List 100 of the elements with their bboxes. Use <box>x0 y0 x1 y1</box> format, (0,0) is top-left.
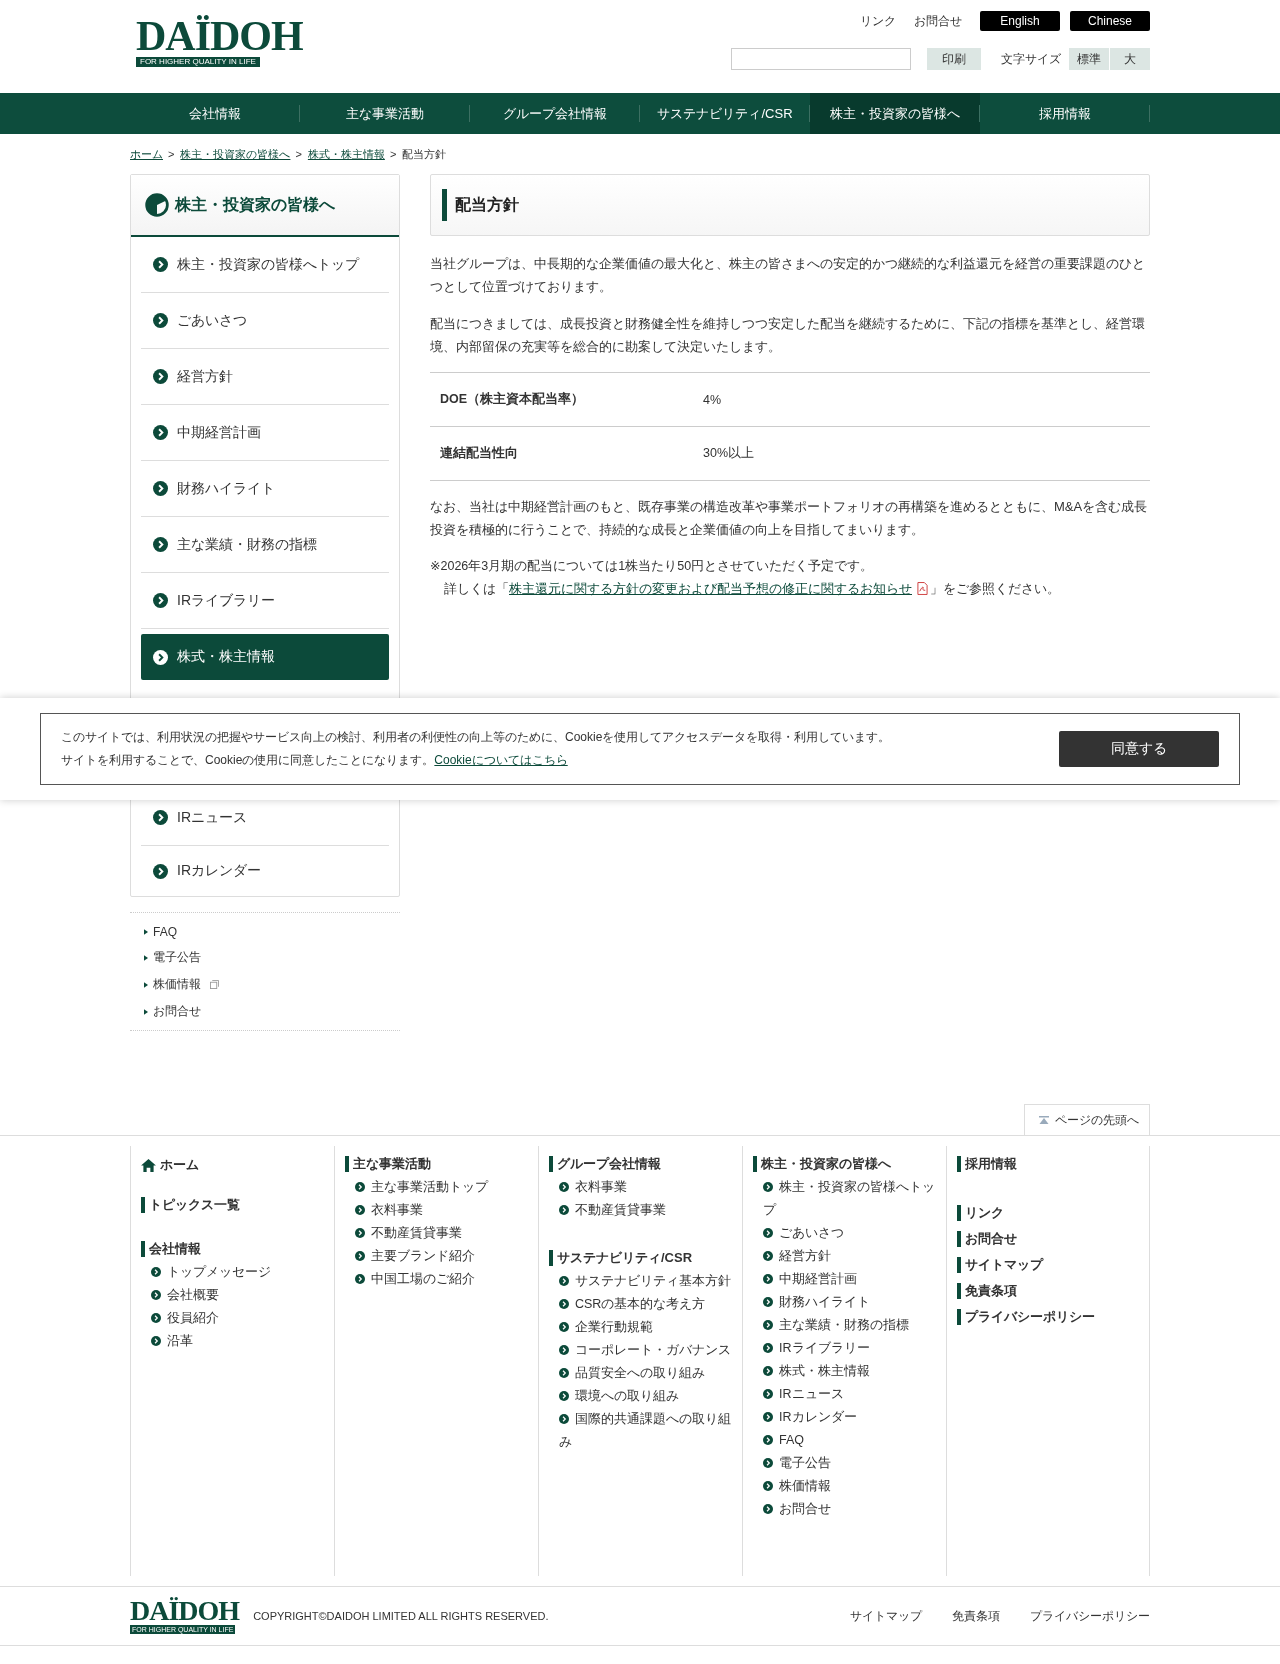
chevron-circle-icon <box>763 1366 773 1376</box>
chevron-circle-icon <box>763 1458 773 1468</box>
footer-link[interactable]: 衣料事業 <box>345 1199 528 1222</box>
footer-link[interactable]: お問合せ <box>753 1498 936 1521</box>
footer-link[interactable]: 株式・株主情報 <box>753 1360 936 1383</box>
footer-link[interactable]: 環境への取り組み <box>549 1385 732 1408</box>
nav-tab[interactable]: サステナビリティ/CSR <box>640 93 810 134</box>
footer-heading-link[interactable]: リンク <box>957 1205 1004 1221</box>
footer-bottom-link[interactable]: 免責条項 <box>952 1608 1000 1624</box>
footer-heading-link[interactable]: 採用情報 <box>957 1156 1017 1172</box>
breadcrumb-link[interactable]: 株主・投資家の皆様へ <box>180 146 291 162</box>
footer-link[interactable]: トップメッセージ <box>141 1261 324 1284</box>
pdf-icon <box>917 582 928 595</box>
sidebar-item[interactable]: 経営方針 <box>141 349 389 405</box>
nav-tab[interactable]: 株主・投資家の皆様へ <box>810 93 980 134</box>
footer-link[interactable]: IRカレンダー <box>753 1406 936 1429</box>
font-size-button[interactable]: 大 <box>1110 48 1150 70</box>
footer-heading-link[interactable]: お問合せ <box>957 1231 1017 1247</box>
footer-link[interactable]: 主な業績・財務の指標 <box>753 1314 936 1337</box>
nav-tab[interactable]: 会社情報 <box>130 93 300 134</box>
header-link[interactable]: お問合せ <box>914 12 962 30</box>
sidebar-link[interactable]: 株価情報 <box>144 976 219 993</box>
footer-bottom-link[interactable]: プライバシーポリシー <box>1030 1608 1150 1624</box>
footer-link[interactable]: 品質安全への取り組み <box>549 1362 732 1385</box>
page-top-link[interactable]: ページの先頭へ <box>1024 1104 1150 1135</box>
nav-tab[interactable]: 主な事業活動 <box>300 93 470 134</box>
note-text: 詳しくは「株主還元に関する方針の変更および配当予想の修正に関するお知らせ 」をご参照ください。 <box>444 581 1061 598</box>
search-field[interactable] <box>731 48 911 70</box>
footer-link[interactable]: 経営方針 <box>753 1245 936 1268</box>
notice-link[interactable]: 株主還元に関する方針の変更および配当予想の修正に関するお知らせ <box>509 582 912 596</box>
footer-heading-link[interactable]: グループ会社情報 <box>549 1156 661 1172</box>
footer-link[interactable]: 沿革 <box>141 1330 324 1353</box>
footer-link[interactable]: 財務ハイライト <box>753 1291 936 1314</box>
breadcrumb-link[interactable]: ホーム <box>130 146 163 162</box>
footer-link[interactable]: 衣料事業 <box>549 1176 732 1199</box>
footer-heading-link[interactable]: 株主・投資家の皆様へ <box>753 1156 891 1172</box>
footer-link[interactable]: 主要ブランド紹介 <box>345 1245 528 1268</box>
footer-heading-link[interactable]: サイトマップ <box>957 1257 1043 1273</box>
footer-link[interactable]: IRライブラリー <box>753 1337 936 1360</box>
chevron-circle-icon <box>153 481 168 496</box>
sidebar-item[interactable]: 主な業績・財務の指標 <box>141 517 389 573</box>
sidebar-link[interactable]: 電子公告 <box>144 949 201 966</box>
chevron-circle-icon <box>153 649 168 665</box>
footer-heading-link[interactable]: サステナビリティ/CSR <box>549 1250 693 1266</box>
footer-link[interactable]: 役員紹介 <box>141 1307 324 1330</box>
chevron-circle-icon <box>763 1412 773 1422</box>
footer-link[interactable]: コーポレート・ガバナンス <box>549 1339 732 1362</box>
footer-link[interactable]: 不動産賃貸事業 <box>549 1199 732 1222</box>
footer-link[interactable]: FAQ <box>753 1429 936 1452</box>
footer-link[interactable]: 国際的共通課題への取り組み <box>549 1408 732 1454</box>
footer-heading-link[interactable]: ホーム <box>141 1156 199 1174</box>
print-button[interactable]: 印刷 <box>927 48 981 70</box>
sidebar-item[interactable]: IRカレンダー <box>141 846 389 896</box>
chevron-circle-icon <box>153 425 168 440</box>
footer-link[interactable]: 中期経営計画 <box>753 1268 936 1291</box>
footer-link[interactable]: ごあいさつ <box>753 1222 936 1245</box>
footer-heading-link[interactable]: 主な事業活動 <box>345 1156 431 1172</box>
language-button[interactable]: Chinese <box>1070 11 1150 31</box>
footer-link[interactable]: CSRの基本的な考え方 <box>549 1293 732 1316</box>
footer-link[interactable]: IRニュース <box>753 1383 936 1406</box>
footer-link[interactable]: 主な事業活動トップ <box>345 1176 528 1199</box>
breadcrumb-current: 配当方針 <box>402 146 447 162</box>
footer-link[interactable]: 中国工場のご紹介 <box>345 1268 528 1291</box>
chevron-circle-icon <box>151 1267 161 1277</box>
sidebar-item[interactable]: ごあいさつ <box>141 293 389 349</box>
accept-button[interactable]: 同意する <box>1059 731 1219 767</box>
chevron-circle-icon <box>763 1435 773 1445</box>
header-link[interactable]: リンク <box>860 12 896 30</box>
breadcrumb-link[interactable]: 株式・株主情報 <box>307 146 385 162</box>
footer-heading-link[interactable]: 会社情報 <box>141 1241 201 1257</box>
nav-tab[interactable]: 採用情報 <box>980 93 1150 134</box>
footer-link[interactable]: 会社概要 <box>141 1284 324 1307</box>
footer-link[interactable]: 電子公告 <box>753 1452 936 1475</box>
footer-bottom-link[interactable]: サイトマップ <box>850 1608 922 1624</box>
chevron-circle-icon <box>151 1336 161 1346</box>
language-button[interactable]: English <box>980 11 1060 31</box>
sidebar-link[interactable]: お問合せ <box>144 1003 201 1020</box>
note-text: ※2026年3月期の配当については1株当たり50円とさせていただく予定です。 <box>430 558 875 575</box>
sidebar-item[interactable]: 株式・株主情報 <box>141 634 389 680</box>
footer-heading-link[interactable]: 免責条項 <box>957 1283 1017 1299</box>
chevron-circle-icon <box>153 257 168 272</box>
logo[interactable]: DAÏDOH FOR HIGHER QUALITY IN LIFE <box>136 16 303 67</box>
font-size-button[interactable]: 標準 <box>1069 48 1109 70</box>
sidebar-item[interactable]: 財務ハイライト <box>141 461 389 517</box>
chevron-circle-icon <box>559 1276 569 1286</box>
sidebar-item[interactable]: 中期経営計画 <box>141 405 389 461</box>
footer-heading-link[interactable]: プライバシーポリシー <box>957 1309 1095 1325</box>
chevron-circle-icon <box>355 1251 365 1261</box>
sidebar-item[interactable]: 株主・投資家の皆様へトップ <box>141 237 389 293</box>
footer-link[interactable]: 企業行動規範 <box>549 1316 732 1339</box>
footer-link[interactable]: 不動産賃貸事業 <box>345 1222 528 1245</box>
chevron-circle-icon <box>763 1504 773 1514</box>
footer-heading-link[interactable]: トピックス一覧 <box>141 1197 240 1213</box>
footer-link[interactable]: 株主・投資家の皆様へトップ <box>753 1176 936 1222</box>
cookie-policy-link[interactable]: Cookieについてはこちら <box>434 753 568 767</box>
footer-link[interactable]: 株価情報 <box>753 1475 936 1498</box>
nav-tab[interactable]: グループ会社情報 <box>470 93 640 134</box>
sidebar-item[interactable]: IRライブラリー <box>141 573 389 629</box>
sidebar-link[interactable]: FAQ <box>144 925 177 939</box>
footer-link[interactable]: サステナビリティ基本方針 <box>549 1270 732 1293</box>
